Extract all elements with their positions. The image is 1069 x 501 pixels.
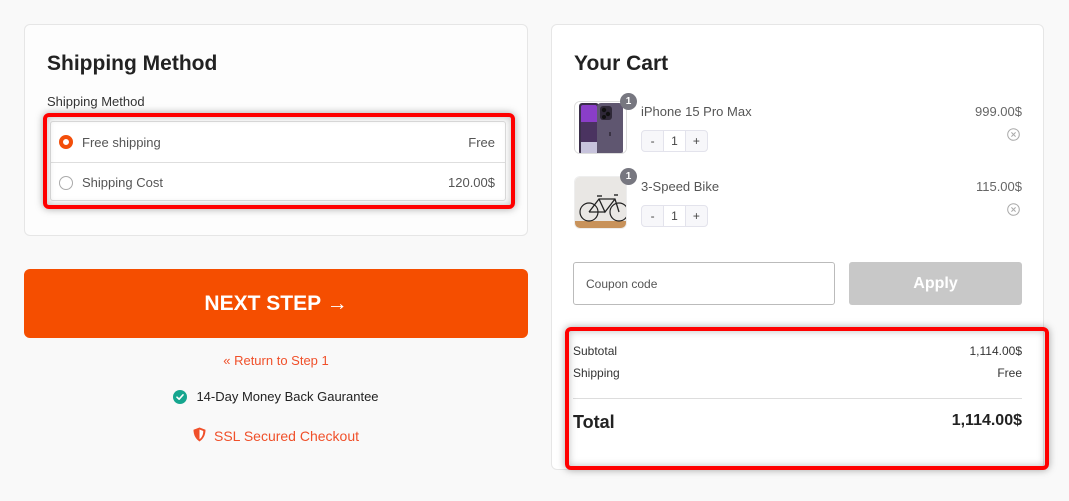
ssl-secured: SSL Secured Checkout [24, 427, 528, 445]
cart-item-name: iPhone 15 Pro Max [641, 104, 752, 119]
cart-item-price: 999.00$ [975, 104, 1022, 119]
summary-divider [573, 398, 1022, 399]
shipping-method-title: Shipping Method [47, 52, 218, 75]
quantity-badge: 1 [620, 168, 637, 185]
quantity-value[interactable]: 1 [663, 206, 686, 226]
bike-image [574, 176, 627, 229]
shipping-option-price: 120.00$ [448, 175, 495, 190]
quantity-badge: 1 [620, 93, 637, 110]
next-step-button[interactable]: NEXT STEP → [24, 269, 528, 338]
iphone-image [574, 101, 627, 154]
cart-card: Your Cart 1 iPhone 15 Pro Max 999.00$ - … [551, 24, 1044, 470]
total-row: Total 1,114.00$ [573, 412, 1022, 433]
shipping-label: Shipping [573, 366, 620, 380]
shipping-option-cost[interactable]: Shipping Cost 120.00$ [51, 162, 505, 202]
decrease-quantity-button[interactable]: - [642, 206, 663, 226]
coupon-code-input[interactable] [573, 262, 835, 305]
return-to-step-1-link[interactable]: « Return to Step 1 [24, 353, 528, 368]
quantity-stepper: - 1 + [641, 130, 708, 152]
increase-quantity-button[interactable]: + [686, 206, 707, 226]
shipping-row: Shipping Free [573, 366, 1022, 380]
remove-item-icon[interactable] [1007, 128, 1020, 141]
shipping-option-free[interactable]: Free shipping Free [51, 122, 505, 162]
cart-item: 1 3-Speed Bike 115.00$ - 1 + [574, 168, 1022, 232]
total-value: 1,114.00$ [951, 412, 1022, 429]
quantity-stepper: - 1 + [641, 205, 708, 227]
subtotal-label: Subtotal [573, 344, 618, 358]
shipping-option-label: Free shipping [82, 134, 161, 150]
radio-unchecked-icon[interactable] [59, 175, 73, 190]
cart-title: Your Cart [574, 52, 669, 75]
cart-item: 1 iPhone 15 Pro Max 999.00$ - 1 + [574, 93, 1022, 157]
shield-icon [193, 427, 206, 445]
quantity-value[interactable]: 1 [663, 131, 686, 151]
checkout-page: Shipping Method Shipping Method Free shi… [0, 0, 1069, 501]
radio-checked-icon[interactable] [59, 135, 73, 149]
total-label: Total [573, 412, 615, 432]
cart-item-name: 3-Speed Bike [641, 179, 720, 194]
increase-quantity-button[interactable]: + [686, 131, 707, 151]
apply-coupon-button[interactable]: Apply [849, 262, 1022, 305]
subtotal-value: 1,114.00$ [969, 344, 1023, 358]
subtotal-row: Subtotal 1,114.00$ [573, 344, 1022, 358]
shipping-method-card: Shipping Method Shipping Method Free shi… [24, 24, 528, 236]
shipping-value: Free [997, 366, 1022, 380]
shipping-method-label: Shipping Method [47, 94, 145, 109]
decrease-quantity-button[interactable]: - [642, 131, 663, 151]
check-circle-icon [173, 389, 188, 404]
shipping-option-price: Free [468, 134, 495, 150]
money-back-guarantee: 14-Day Money Back Gaurantee [24, 389, 528, 404]
remove-item-icon[interactable] [1007, 203, 1020, 216]
shipping-option-label: Shipping Cost [82, 175, 163, 190]
cart-item-price: 115.00$ [975, 179, 1022, 194]
shipping-options: Free shipping Free Shipping Cost 120.00$ [50, 121, 506, 201]
guarantee-text: 14-Day Money Back Gaurantee [196, 389, 379, 404]
ssl-text: SSL Secured Checkout [213, 428, 359, 444]
